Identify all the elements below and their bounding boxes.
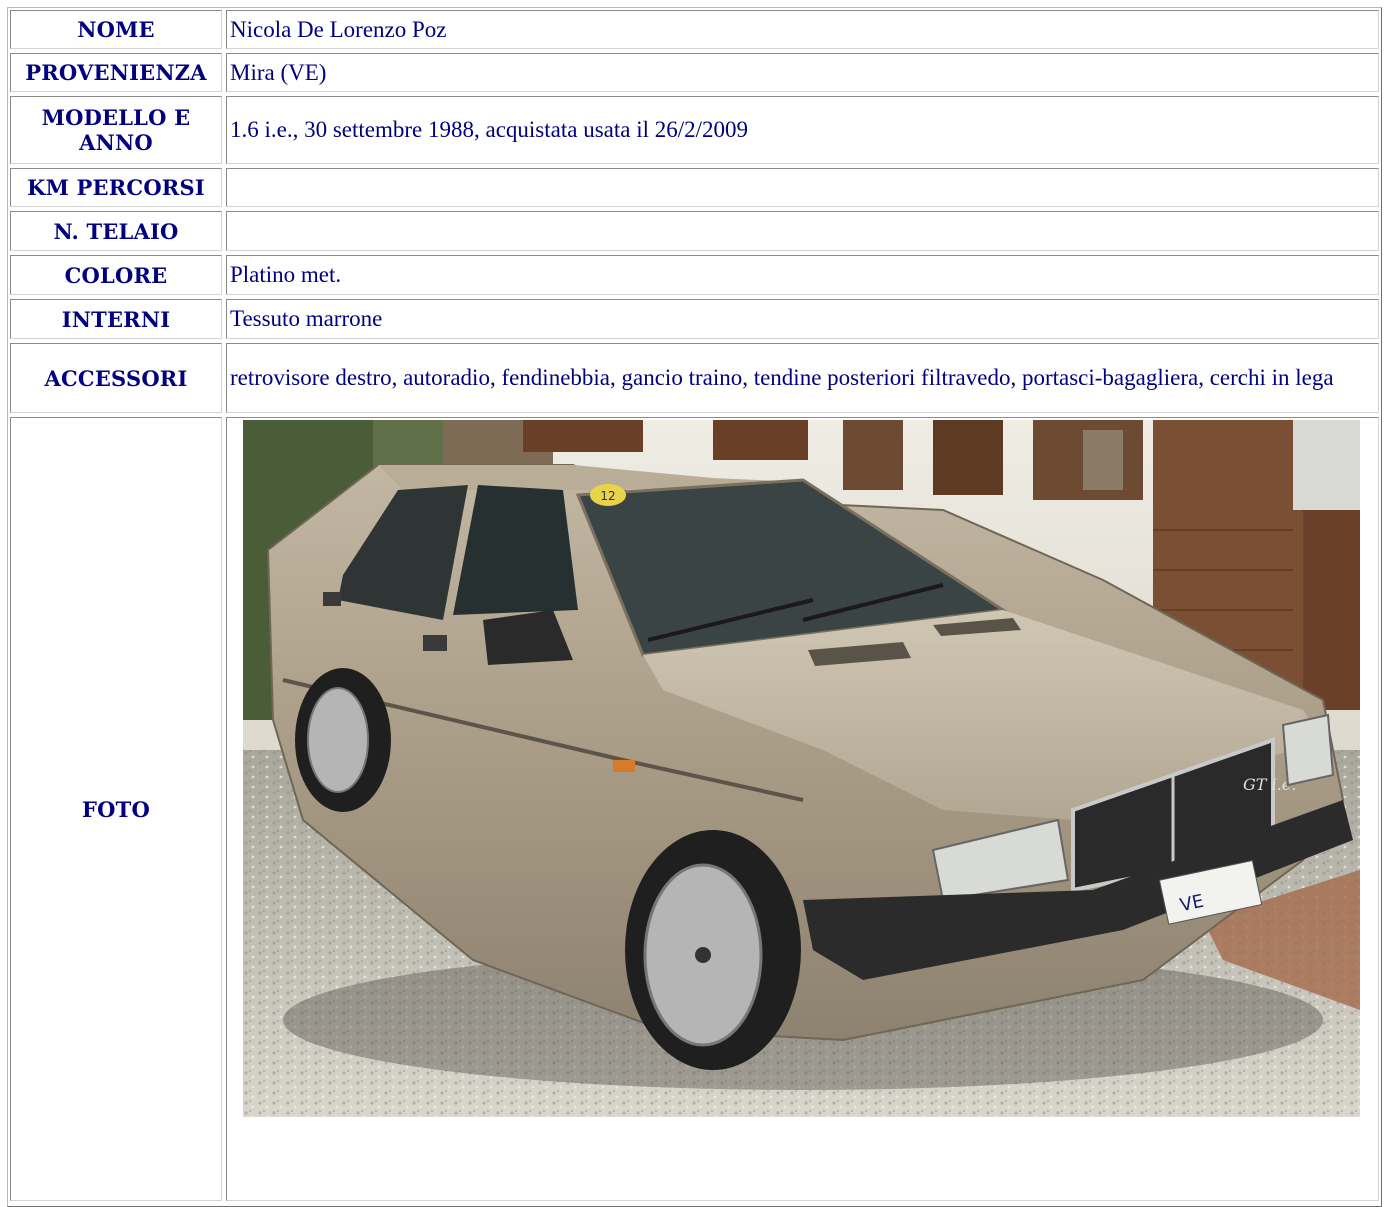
- headlight-right: [1281, 713, 1335, 787]
- car-photo: 12 GT i.e. VE: [243, 420, 1360, 1117]
- value-text: retrovisore destro, autoradio, fendinebb…: [230, 365, 1334, 390]
- label-accessori: ACCESSORI: [10, 343, 222, 413]
- turn-signal: [613, 760, 635, 772]
- label-km-percorsi: KM PERCORSI: [10, 168, 222, 207]
- value-accessori: retrovisore destro, autoradio, fendinebb…: [226, 343, 1379, 413]
- label-provenienza: PROVENIENZA: [10, 53, 222, 92]
- value-text: Tessuto marrone: [230, 306, 383, 331]
- label-text: N. TELAIO: [53, 218, 179, 244]
- value-modello-anno: 1.6 i.e., 30 settembre 1988, acquistata …: [226, 96, 1379, 164]
- value-n-telaio: [226, 211, 1379, 251]
- label-text: COLORE: [64, 262, 168, 288]
- value-text: 1.6 i.e., 30 settembre 1988, acquistata …: [230, 117, 749, 142]
- label-text: PROVENIENZA: [25, 60, 207, 85]
- value-nome: Nicola De Lorenzo Poz: [226, 10, 1379, 49]
- label-text: FOTO: [82, 796, 150, 822]
- value-foto: 12 GT i.e. VE: [226, 417, 1379, 1201]
- value-text: Mira (VE): [230, 59, 327, 85]
- value-km-percorsi: [226, 168, 1379, 207]
- label-text: KM PERCORSI: [27, 175, 205, 200]
- value-provenienza: Mira (VE): [226, 53, 1379, 92]
- label-text: NOME: [77, 17, 155, 42]
- value-interni: Tessuto marrone: [226, 299, 1379, 339]
- label-text: ACCESSORI: [44, 365, 188, 391]
- value-text: Platino met.: [230, 262, 342, 287]
- label-interni: INTERNI: [10, 299, 222, 339]
- label-text: MODELLO E ANNO: [41, 105, 191, 155]
- label-text: INTERNI: [61, 306, 171, 332]
- label-n-telaio: N. TELAIO: [10, 211, 222, 251]
- label-nome: NOME: [10, 10, 222, 49]
- data-table: NOME Nicola De Lorenzo Poz PROVENIENZA M…: [7, 7, 1382, 1207]
- label-modello-anno: MODELLO E ANNO: [10, 96, 222, 164]
- front-wheel: [625, 830, 801, 1070]
- value-text: Nicola De Lorenzo Poz: [230, 16, 447, 42]
- label-colore: COLORE: [10, 255, 222, 295]
- value-colore: Platino met.: [226, 255, 1379, 295]
- label-foto: FOTO: [10, 417, 222, 1201]
- rear-wheel: [295, 668, 391, 812]
- sticker-text: 12: [600, 489, 615, 503]
